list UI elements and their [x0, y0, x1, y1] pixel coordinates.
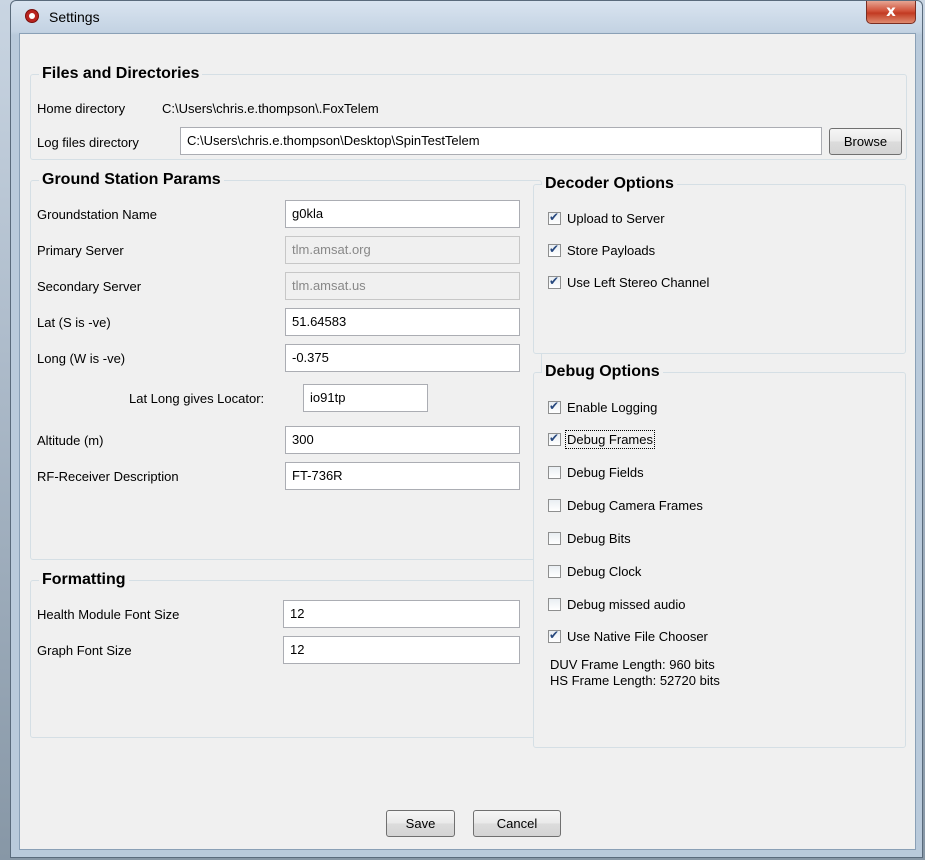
files-directories-title: Files and Directories: [39, 65, 203, 83]
health-font-size-field[interactable]: 12: [283, 600, 520, 628]
ground-station-panel: Ground Station Params Groundstation Name…: [30, 171, 542, 560]
checkbox-box[interactable]: [548, 565, 561, 578]
primary-server-label: Primary Server: [37, 243, 124, 258]
altitude-label: Altitude (m): [37, 433, 104, 448]
checkbox-box[interactable]: [548, 499, 561, 512]
checkbox-box[interactable]: [548, 210, 561, 225]
debug-bits-checkbox[interactable]: Debug Bits: [548, 531, 631, 546]
settings-window: Settings x Files and Directories Home di…: [10, 0, 923, 858]
checkbox-box[interactable]: [548, 242, 561, 257]
checkbox-box[interactable]: [548, 598, 561, 611]
latitude-field[interactable]: 51.64583: [285, 308, 520, 336]
primary-server-field: tlm.amsat.org: [285, 236, 520, 264]
cancel-button[interactable]: Cancel: [473, 810, 561, 837]
hs-frame-length: HS Frame Length: 52720 bits: [550, 673, 720, 688]
rf-receiver-field[interactable]: FT-736R: [285, 462, 520, 490]
checkbox-label: Store Payloads: [567, 243, 656, 258]
checkbox-label: Debug Fields: [567, 465, 644, 480]
rf-receiver-label: RF-Receiver Description: [37, 469, 179, 484]
home-directory-value: C:\Users\chris.e.thompson\.FoxTelem: [162, 101, 379, 116]
title-bar[interactable]: Settings x: [11, 1, 922, 33]
checkbox-label: Debug Camera Frames: [567, 498, 703, 513]
graph-font-size-label: Graph Font Size: [37, 643, 132, 658]
save-button[interactable]: Save: [386, 810, 455, 837]
checkbox-label: Debug Frames: [565, 430, 655, 449]
close-button[interactable]: x: [866, 1, 916, 24]
decoder-options-panel: Decoder Options Upload to Server Store P…: [533, 175, 906, 354]
graph-font-size-field[interactable]: 12: [283, 636, 520, 664]
latitude-label: Lat (S is -ve): [37, 315, 111, 330]
secondary-server-field: tlm.amsat.us: [285, 272, 520, 300]
checkbox-box[interactable]: [548, 466, 561, 479]
dialog-body: Files and Directories Home directory C:\…: [19, 33, 916, 850]
checkbox-box[interactable]: [548, 628, 561, 643]
decoder-options-title: Decoder Options: [542, 175, 677, 193]
checkbox-label: Use Native File Chooser: [567, 629, 708, 644]
log-directory-field[interactable]: C:\Users\chris.e.thompson\Desktop\SpinTe…: [180, 127, 822, 155]
formatting-panel: Formatting Health Module Font Size 12 Gr…: [30, 571, 542, 738]
checkbox-box[interactable]: [548, 532, 561, 545]
groundstation-name-field[interactable]: g0kla: [285, 200, 520, 228]
health-font-size-label: Health Module Font Size: [37, 607, 180, 622]
files-directories-panel: Files and Directories Home directory C:\…: [30, 65, 907, 160]
debug-options-title: Debug Options: [542, 363, 663, 381]
checkbox-box[interactable]: [548, 431, 561, 446]
upload-to-server-checkbox[interactable]: Upload to Server: [548, 210, 665, 226]
debug-clock-checkbox[interactable]: Debug Clock: [548, 564, 641, 579]
longitude-label: Long (W is -ve): [37, 351, 126, 366]
duv-frame-length: DUV Frame Length: 960 bits: [550, 657, 715, 672]
debug-frames-checkbox[interactable]: Debug Frames: [548, 430, 655, 449]
left-stereo-channel-checkbox[interactable]: Use Left Stereo Channel: [548, 274, 710, 290]
altitude-field[interactable]: 300: [285, 426, 520, 454]
debug-options-panel: Debug Options Enable Logging Debug Frame…: [533, 363, 906, 748]
debug-camera-frames-checkbox[interactable]: Debug Camera Frames: [548, 498, 703, 513]
log-directory-label: Log files directory: [37, 135, 139, 150]
debug-missed-audio-checkbox[interactable]: Debug missed audio: [548, 597, 686, 612]
longitude-field[interactable]: -0.375: [285, 344, 520, 372]
checkbox-label: Enable Logging: [567, 400, 658, 415]
checkbox-label: Debug Clock: [567, 564, 642, 579]
checkbox-label: Upload to Server: [567, 211, 665, 226]
locator-label: Lat Long gives Locator:: [129, 391, 265, 406]
ground-station-title: Ground Station Params: [39, 171, 224, 189]
groundstation-name-label: Groundstation Name: [37, 207, 157, 222]
locator-field: io91tp: [303, 384, 428, 412]
home-directory-label: Home directory: [37, 101, 126, 116]
browse-button[interactable]: Browse: [829, 128, 902, 155]
checkbox-label: Debug missed audio: [567, 597, 686, 612]
checkbox-label: Debug Bits: [567, 531, 631, 546]
secondary-server-label: Secondary Server: [37, 279, 142, 294]
formatting-title: Formatting: [39, 571, 129, 589]
checkbox-box[interactable]: [548, 399, 561, 414]
app-icon: [25, 9, 39, 23]
native-file-chooser-checkbox[interactable]: Use Native File Chooser: [548, 628, 708, 644]
checkbox-label: Use Left Stereo Channel: [567, 275, 710, 290]
enable-logging-checkbox[interactable]: Enable Logging: [548, 399, 658, 415]
debug-fields-checkbox[interactable]: Debug Fields: [548, 465, 644, 480]
window-title: Settings: [49, 9, 100, 25]
store-payloads-checkbox[interactable]: Store Payloads: [548, 242, 656, 258]
checkbox-box[interactable]: [548, 274, 561, 289]
